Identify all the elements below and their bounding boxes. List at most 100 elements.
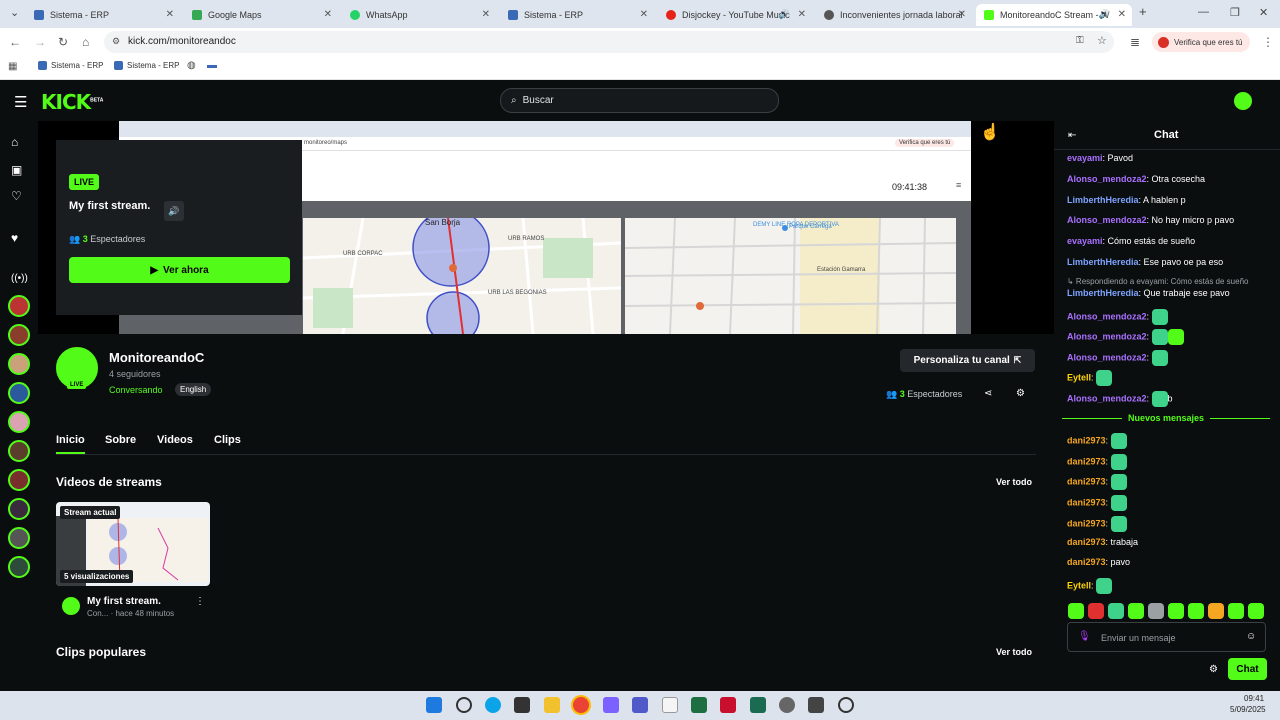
home-icon[interactable]: ⌂ — [11, 135, 18, 149]
menu-kebab-icon[interactable]: ⋮ — [1262, 35, 1274, 49]
quick-emote-icon[interactable] — [1108, 603, 1124, 619]
channel-avatar[interactable] — [8, 324, 30, 346]
channel-avatar[interactable] — [8, 295, 30, 317]
video-thumbnail[interactable]: Stream actual 5 visualizaciones — [56, 502, 210, 586]
channel-avatar[interactable] — [8, 556, 30, 578]
channel-avatar[interactable] — [8, 527, 30, 549]
chat-username[interactable]: LimberthHeredia — [1067, 257, 1139, 267]
bookmark-2[interactable]: Sistema - ERP — [114, 61, 179, 70]
close-icon[interactable]: ✕ — [798, 9, 806, 20]
chat-username[interactable]: Alonso_mendoza2 — [1067, 331, 1147, 341]
chat-username[interactable]: Alonso_mendoza2 — [1067, 393, 1147, 403]
browse-icon[interactable]: ▣ — [11, 163, 22, 177]
minimize-icon[interactable]: — — [1198, 6, 1209, 18]
chat-username[interactable]: dani2973 — [1067, 537, 1106, 547]
customize-channel-button[interactable]: Personaliza tu canal ⇱ — [900, 349, 1035, 372]
chrome-icon[interactable] — [573, 697, 589, 713]
channel-avatar[interactable] — [8, 469, 30, 491]
settings-icon[interactable] — [779, 697, 795, 713]
edge-icon[interactable] — [485, 697, 501, 713]
channel-avatar[interactable] — [8, 498, 30, 520]
channel-avatar[interactable] — [8, 440, 30, 462]
tab-2[interactable]: Google Maps ✕ — [184, 4, 338, 26]
chat-username[interactable]: Alonso_mendoza2 — [1067, 215, 1147, 225]
close-icon[interactable]: ✕ — [166, 9, 174, 20]
quick-emote-icon[interactable] — [1188, 603, 1204, 619]
back-icon[interactable]: ← — [9, 35, 21, 49]
see-all-videos-link[interactable]: Ver todo — [996, 477, 1032, 487]
tab-4[interactable]: Sistema - ERP ✕ — [500, 4, 654, 26]
chat-username[interactable]: LimberthHeredia — [1067, 288, 1139, 298]
bookmark-1[interactable]: Sistema - ERP — [38, 61, 103, 70]
clock-date[interactable]: 5/09/2025 — [1230, 705, 1266, 714]
channel-avatar[interactable] — [8, 382, 30, 404]
clock-time[interactable]: 09:41 — [1244, 694, 1264, 703]
tab-5[interactable]: Disjockey - YouTube Music 🔊 ✕ — [658, 4, 812, 26]
forward-icon[interactable]: → — [34, 35, 46, 49]
erp-bookmark-icon[interactable]: ▬ — [207, 60, 217, 71]
apps-grid-icon[interactable]: ▦ — [8, 61, 17, 72]
site-info-icon[interactable]: ⚙ — [112, 36, 120, 47]
watch-now-button[interactable]: ▶ Ver ahora — [69, 257, 290, 283]
collapse-chat-icon[interactable]: ⇤ — [1068, 130, 1076, 141]
channel-avatar[interactable] — [8, 353, 30, 375]
video-options-icon[interactable]: ⋮ — [195, 596, 205, 607]
chat-username[interactable]: dani2973 — [1067, 497, 1106, 507]
search-input[interactable]: ⌕ Buscar — [500, 88, 779, 113]
chat-username[interactable]: dani2973 — [1067, 557, 1106, 567]
chat-username[interactable]: dani2973 — [1067, 518, 1106, 528]
chat-username[interactable]: Alonso_mendoza2 — [1067, 311, 1147, 321]
channel-name[interactable]: MonitoreandoC — [109, 350, 204, 365]
extensions-icon[interactable]: ≣ — [1130, 35, 1140, 49]
speaker-icon[interactable]: 🔊 — [164, 201, 184, 221]
close-icon[interactable]: ✕ — [1118, 9, 1126, 20]
app-icon[interactable] — [750, 697, 766, 713]
globe-icon[interactable]: ◍ — [187, 60, 196, 71]
copilot-icon[interactable] — [603, 697, 619, 713]
bookmark-star-icon[interactable]: ☆ — [1097, 34, 1107, 47]
tab-3[interactable]: WhatsApp ✕ — [342, 4, 496, 26]
video-channel-avatar[interactable] — [62, 597, 80, 615]
chat-username[interactable]: dani2973 — [1067, 476, 1106, 486]
chat-username[interactable]: LimberthHeredia — [1067, 195, 1139, 205]
quick-emote-icon[interactable] — [1228, 603, 1244, 619]
calculator-icon[interactable] — [808, 697, 824, 713]
chat-username[interactable]: dani2973 — [1067, 435, 1106, 445]
quick-emote-icon[interactable] — [1148, 603, 1164, 619]
home-icon[interactable]: ⌂ — [82, 35, 89, 49]
language-tag[interactable]: English — [175, 383, 212, 396]
notepad-icon[interactable] — [662, 697, 678, 713]
chat-username[interactable]: dani2973 — [1067, 456, 1106, 466]
excel-icon[interactable] — [691, 697, 707, 713]
hamburger-icon[interactable]: ☰ — [14, 93, 27, 111]
settings-person-icon[interactable]: ⚙ — [1016, 388, 1025, 399]
chat-username[interactable]: evayami — [1067, 236, 1103, 246]
window-close-icon[interactable]: ✕ — [1259, 6, 1268, 19]
chatgpt-icon[interactable] — [838, 697, 854, 713]
quick-emote-icon[interactable] — [1128, 603, 1144, 619]
tab-1[interactable]: Sistema - ERP ✕ — [26, 4, 180, 26]
following-heart-icon[interactable]: ♡ — [11, 189, 22, 203]
microphone-icon[interactable]: 🎙 — [1078, 631, 1091, 642]
tab-inicio[interactable]: Inicio — [56, 434, 85, 446]
quick-emote-icon[interactable] — [1168, 603, 1184, 619]
favorites-heart-icon[interactable]: ♥ — [11, 231, 18, 245]
new-tab-icon[interactable]: + — [1139, 4, 1147, 19]
chat-input[interactable]: 🎙 Enviar un mensaje ☺ — [1067, 622, 1266, 652]
user-avatar[interactable] — [1234, 92, 1252, 110]
tab-videos[interactable]: Videos — [157, 434, 193, 446]
quick-emote-icon[interactable] — [1208, 603, 1224, 619]
tab-search-icon[interactable]: ⌄ — [10, 6, 19, 19]
kick-logo[interactable]: KICKBETA — [41, 90, 103, 114]
chat-username[interactable]: Eytell — [1067, 372, 1091, 382]
tab-sobre[interactable]: Sobre — [105, 434, 136, 446]
live-signal-icon[interactable]: ((•)) — [11, 273, 28, 284]
quick-emote-icon[interactable] — [1248, 603, 1264, 619]
close-icon[interactable]: ✕ — [324, 9, 332, 20]
emoji-icon[interactable]: ☺ — [1246, 631, 1256, 642]
file-explorer-icon[interactable] — [544, 697, 560, 713]
channel-avatar[interactable] — [8, 411, 30, 433]
reload-icon[interactable]: ↻ — [58, 35, 68, 49]
maximize-icon[interactable]: ❐ — [1230, 6, 1240, 19]
chat-username[interactable]: Alonso_mendoza2 — [1067, 352, 1147, 362]
